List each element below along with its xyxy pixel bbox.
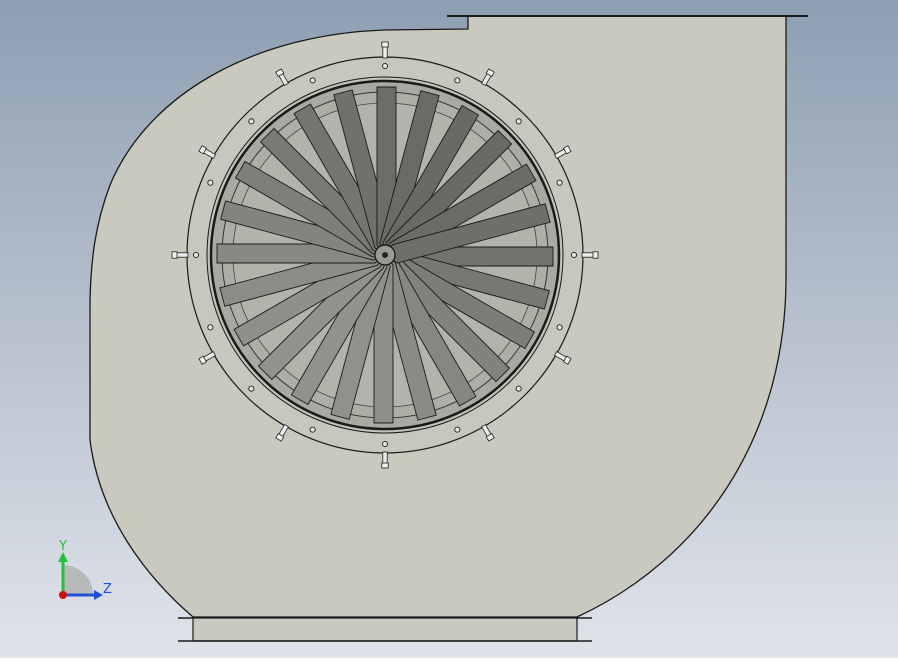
- flange-hole: [454, 426, 461, 433]
- flange-bolt: [581, 251, 599, 259]
- flange-hole: [570, 251, 578, 259]
- flange-hole: [309, 426, 316, 433]
- x-axis-dot: [59, 591, 67, 599]
- cad-viewport[interactable]: Y Z: [0, 0, 898, 658]
- base-plate: [192, 617, 578, 642]
- flange-hole: [207, 179, 214, 186]
- blower-housing-drawing: Y Z: [0, 0, 898, 658]
- triad-label-y: Y: [58, 539, 67, 554]
- flange-hole: [381, 440, 389, 448]
- flange-hole: [515, 385, 522, 392]
- flange-hole: [381, 62, 389, 70]
- triad-label-z: Z: [103, 582, 112, 597]
- hub-center-icon: [382, 252, 388, 258]
- flange-bolt: [381, 451, 389, 469]
- flange-hole: [248, 385, 255, 392]
- flange-bolt: [381, 41, 389, 59]
- flange-hole: [556, 179, 563, 186]
- flange-hole: [248, 118, 255, 125]
- flange-hole: [309, 77, 316, 84]
- flange-hole: [556, 324, 563, 331]
- flange-hole: [192, 251, 200, 259]
- flange-hole: [454, 77, 461, 84]
- flange-hole: [207, 324, 214, 331]
- flange-hole: [515, 118, 522, 125]
- flange-bolt: [171, 251, 189, 259]
